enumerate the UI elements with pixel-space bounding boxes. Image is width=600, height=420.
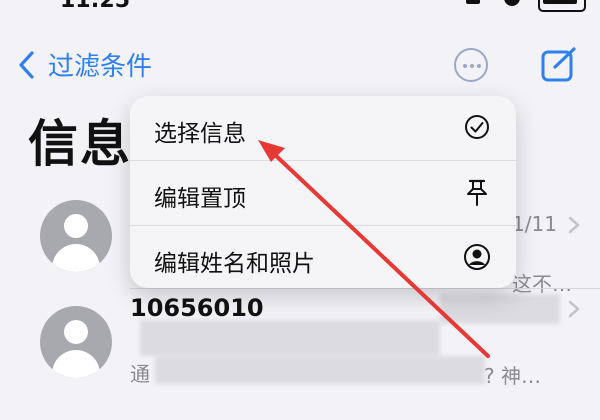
battery-icon [538, 0, 586, 12]
chevron-left-icon [19, 50, 34, 79]
menu-item-label: 编辑姓名和照片 [154, 251, 315, 277]
redacted-content [440, 294, 560, 324]
redacted-content [155, 356, 485, 384]
menu-item-label: 选择信息 [154, 121, 246, 147]
chevron-right-icon [568, 300, 580, 318]
context-menu: 选择信息 编辑置顶 编辑姓名和照片 [130, 96, 516, 288]
navigation-bar: 过滤条件 [0, 36, 600, 92]
checkmark-circle-icon [465, 115, 489, 139]
pin-icon [467, 179, 487, 206]
back-label: 过滤条件 [48, 52, 153, 82]
status-time: 11:25 [60, 0, 131, 13]
status-bar: 11:25 [0, 0, 600, 20]
conversation-date: 1/11 [512, 212, 557, 236]
menu-item-label: 编辑置顶 [154, 186, 246, 212]
menu-item-edit-pins[interactable]: 编辑置顶 [130, 161, 516, 225]
row-divider [130, 288, 600, 289]
chevron-right-icon [568, 216, 580, 234]
avatar [40, 306, 112, 378]
wifi-icon [504, 0, 520, 6]
page-title: 信息 [28, 115, 132, 173]
conversation-sender: 10656010 [130, 294, 264, 322]
conversation-preview: 这不… [512, 272, 572, 296]
menu-item-edit-name-photo[interactable]: 编辑姓名和照片 [130, 226, 516, 288]
redacted-content [140, 320, 440, 356]
signal-icon [466, 0, 480, 4]
more-options-button[interactable] [454, 48, 488, 82]
back-button[interactable]: 过滤条件 [16, 46, 152, 83]
ellipsis-icon [463, 64, 481, 68]
conversation-preview: 通 [130, 362, 150, 386]
avatar [40, 200, 112, 272]
person-circle-icon [464, 244, 490, 270]
menu-item-select-messages[interactable]: 选择信息 [130, 96, 516, 160]
conversation-preview-tail: ? 神… [484, 364, 541, 388]
compose-button[interactable] [540, 46, 578, 84]
conversation-row[interactable]: 10656010 通 ? 神… [0, 294, 600, 414]
